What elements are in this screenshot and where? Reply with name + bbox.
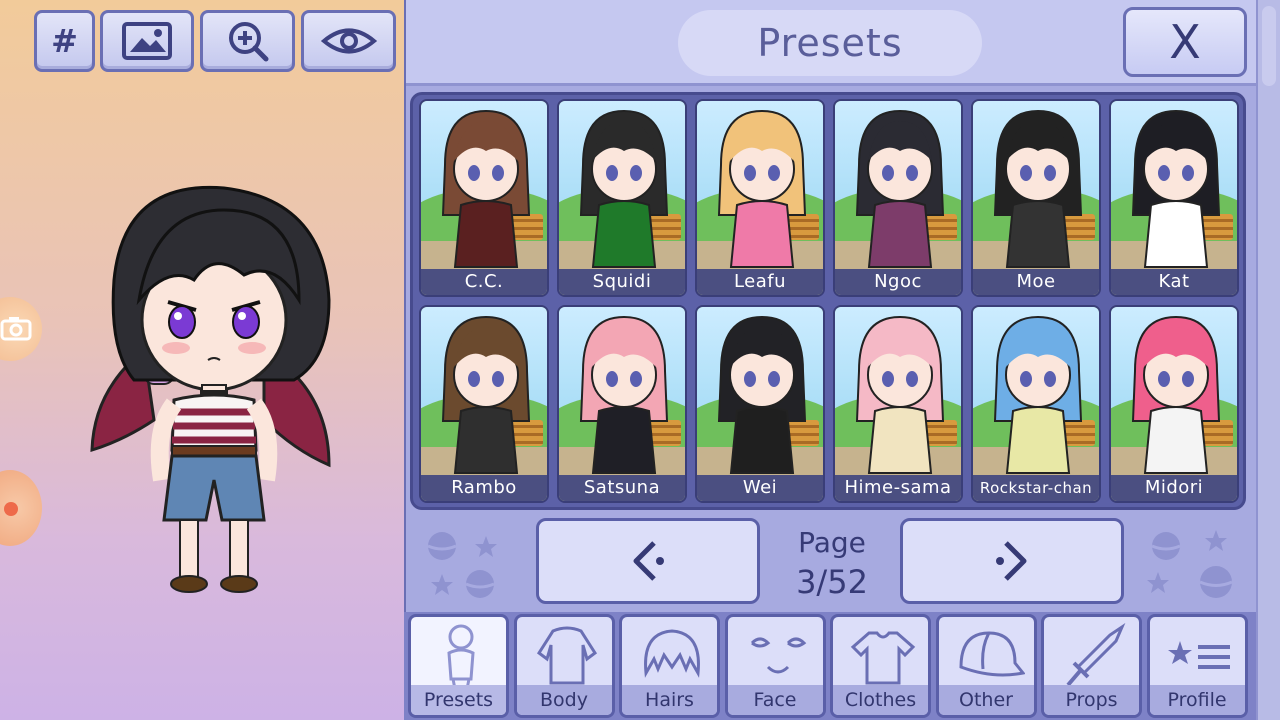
page-number: 3/52	[796, 563, 868, 601]
preset-name: Rambo	[421, 475, 547, 501]
category-tabbar: Presets Body Hairs Face Clothes Other Props Pro…	[404, 612, 1256, 720]
preset-character-icon	[441, 109, 531, 268]
tab-label: Profile	[1149, 685, 1245, 715]
scrollbar[interactable]	[1256, 0, 1280, 720]
zoom-button[interactable]	[200, 10, 295, 72]
preset-character-icon	[579, 109, 669, 268]
tab-hairs[interactable]: Hairs	[619, 614, 720, 718]
preset-character-icon	[993, 315, 1083, 474]
preset-name: Midori	[1111, 475, 1237, 501]
tab-label: Body	[516, 685, 612, 715]
preset-card[interactable]: Satsuna	[557, 305, 687, 503]
scroll-thumb[interactable]	[1262, 6, 1276, 86]
preset-name: C.C.	[421, 269, 547, 295]
tab-label: Hairs	[622, 685, 717, 715]
preset-character-icon	[1131, 315, 1221, 474]
preset-grid: C.C. Squidi Leafu Ngoc Moe Kat Rambo Satsuna Wei…	[410, 92, 1246, 510]
preset-name: Wei	[697, 475, 823, 501]
preset-card[interactable]: Midori	[1109, 305, 1239, 503]
close-button[interactable]: X	[1123, 7, 1247, 77]
planet-decoration-icon	[427, 532, 497, 598]
preset-card[interactable]: Kat	[1109, 99, 1239, 297]
presets-panel: Presets X C.C. Squidi Leafu Ngoc Moe Kat Rambo…	[404, 0, 1280, 720]
tab-label: Clothes	[833, 685, 928, 715]
preset-card[interactable]: C.C.	[419, 99, 549, 297]
profile-icon	[1167, 641, 1230, 669]
preset-card[interactable]: Rambo	[419, 305, 549, 503]
hair-icon	[644, 629, 700, 678]
shirt-icon	[850, 631, 916, 685]
preset-name: Moe	[973, 269, 1099, 295]
tab-label: Props	[1044, 685, 1139, 715]
body-icon	[536, 626, 597, 685]
preset-card[interactable]: Wei	[695, 305, 825, 503]
background-button[interactable]	[100, 10, 194, 72]
preset-character-icon	[579, 315, 669, 474]
page-label: Page	[798, 526, 866, 559]
preset-card[interactable]: Rockstar-chan	[971, 305, 1101, 503]
chevron-right-icon	[996, 541, 1027, 581]
tab-props[interactable]: Props	[1041, 614, 1142, 718]
face-icon	[750, 637, 806, 674]
eye-icon	[320, 28, 377, 54]
preset-character-icon	[993, 109, 1083, 268]
tab-presets[interactable]: Presets	[408, 614, 509, 718]
person-icon	[447, 624, 475, 689]
hide-ui-button[interactable]	[301, 10, 396, 72]
preset-character-icon	[855, 315, 945, 474]
cap-icon	[958, 631, 1025, 677]
grid-toggle-button[interactable]: #	[34, 10, 95, 72]
preset-card[interactable]: Hime-sama	[833, 305, 963, 503]
preset-name: Hime-sama	[835, 475, 961, 501]
panel-header: Presets X	[406, 0, 1256, 86]
preset-card[interactable]: Ngoc	[833, 99, 963, 297]
preset-name: Ngoc	[835, 269, 961, 295]
tab-label: Face	[727, 685, 823, 715]
preset-character-icon	[441, 315, 531, 474]
preset-name: Satsuna	[559, 475, 685, 501]
preset-card[interactable]: Leafu	[695, 99, 825, 297]
tab-body[interactable]: Body	[513, 614, 615, 718]
character-preview[interactable]	[84, 180, 344, 600]
planet-decoration-icon	[1147, 530, 1233, 598]
record-button[interactable]	[0, 470, 42, 546]
tab-label: Presets	[411, 685, 506, 715]
tab-label: Other	[938, 685, 1034, 715]
tab-face[interactable]: Face	[724, 614, 826, 718]
chevron-left-icon	[633, 541, 664, 581]
next-page-button[interactable]	[900, 518, 1124, 604]
tab-other[interactable]: Other	[935, 614, 1037, 718]
page-title: Presets	[678, 10, 982, 76]
pagination: Page 3/52	[406, 512, 1256, 612]
tab-clothes[interactable]: Clothes	[830, 614, 931, 718]
preset-card[interactable]: Squidi	[557, 99, 687, 297]
image-icon	[122, 22, 172, 60]
page-indicator: Page 3/52	[772, 526, 892, 601]
preset-character-icon	[1131, 109, 1221, 268]
prev-page-button[interactable]	[536, 518, 760, 604]
preset-character-icon	[717, 315, 807, 474]
preset-name: Squidi	[559, 269, 685, 295]
preset-name: Rockstar-chan	[973, 475, 1099, 501]
zoom-in-icon	[228, 22, 268, 62]
preset-card[interactable]: Moe	[971, 99, 1101, 297]
record-icon	[4, 502, 18, 516]
screenshot-button[interactable]	[0, 297, 42, 361]
camera-icon	[0, 317, 32, 341]
preset-character-icon	[717, 109, 807, 268]
sword-icon	[1066, 623, 1126, 687]
character-stage: #	[0, 0, 404, 720]
tab-profile[interactable]: Profile	[1146, 614, 1248, 718]
preset-character-icon	[855, 109, 945, 268]
preset-name: Kat	[1111, 269, 1237, 295]
preset-name: Leafu	[697, 269, 823, 295]
